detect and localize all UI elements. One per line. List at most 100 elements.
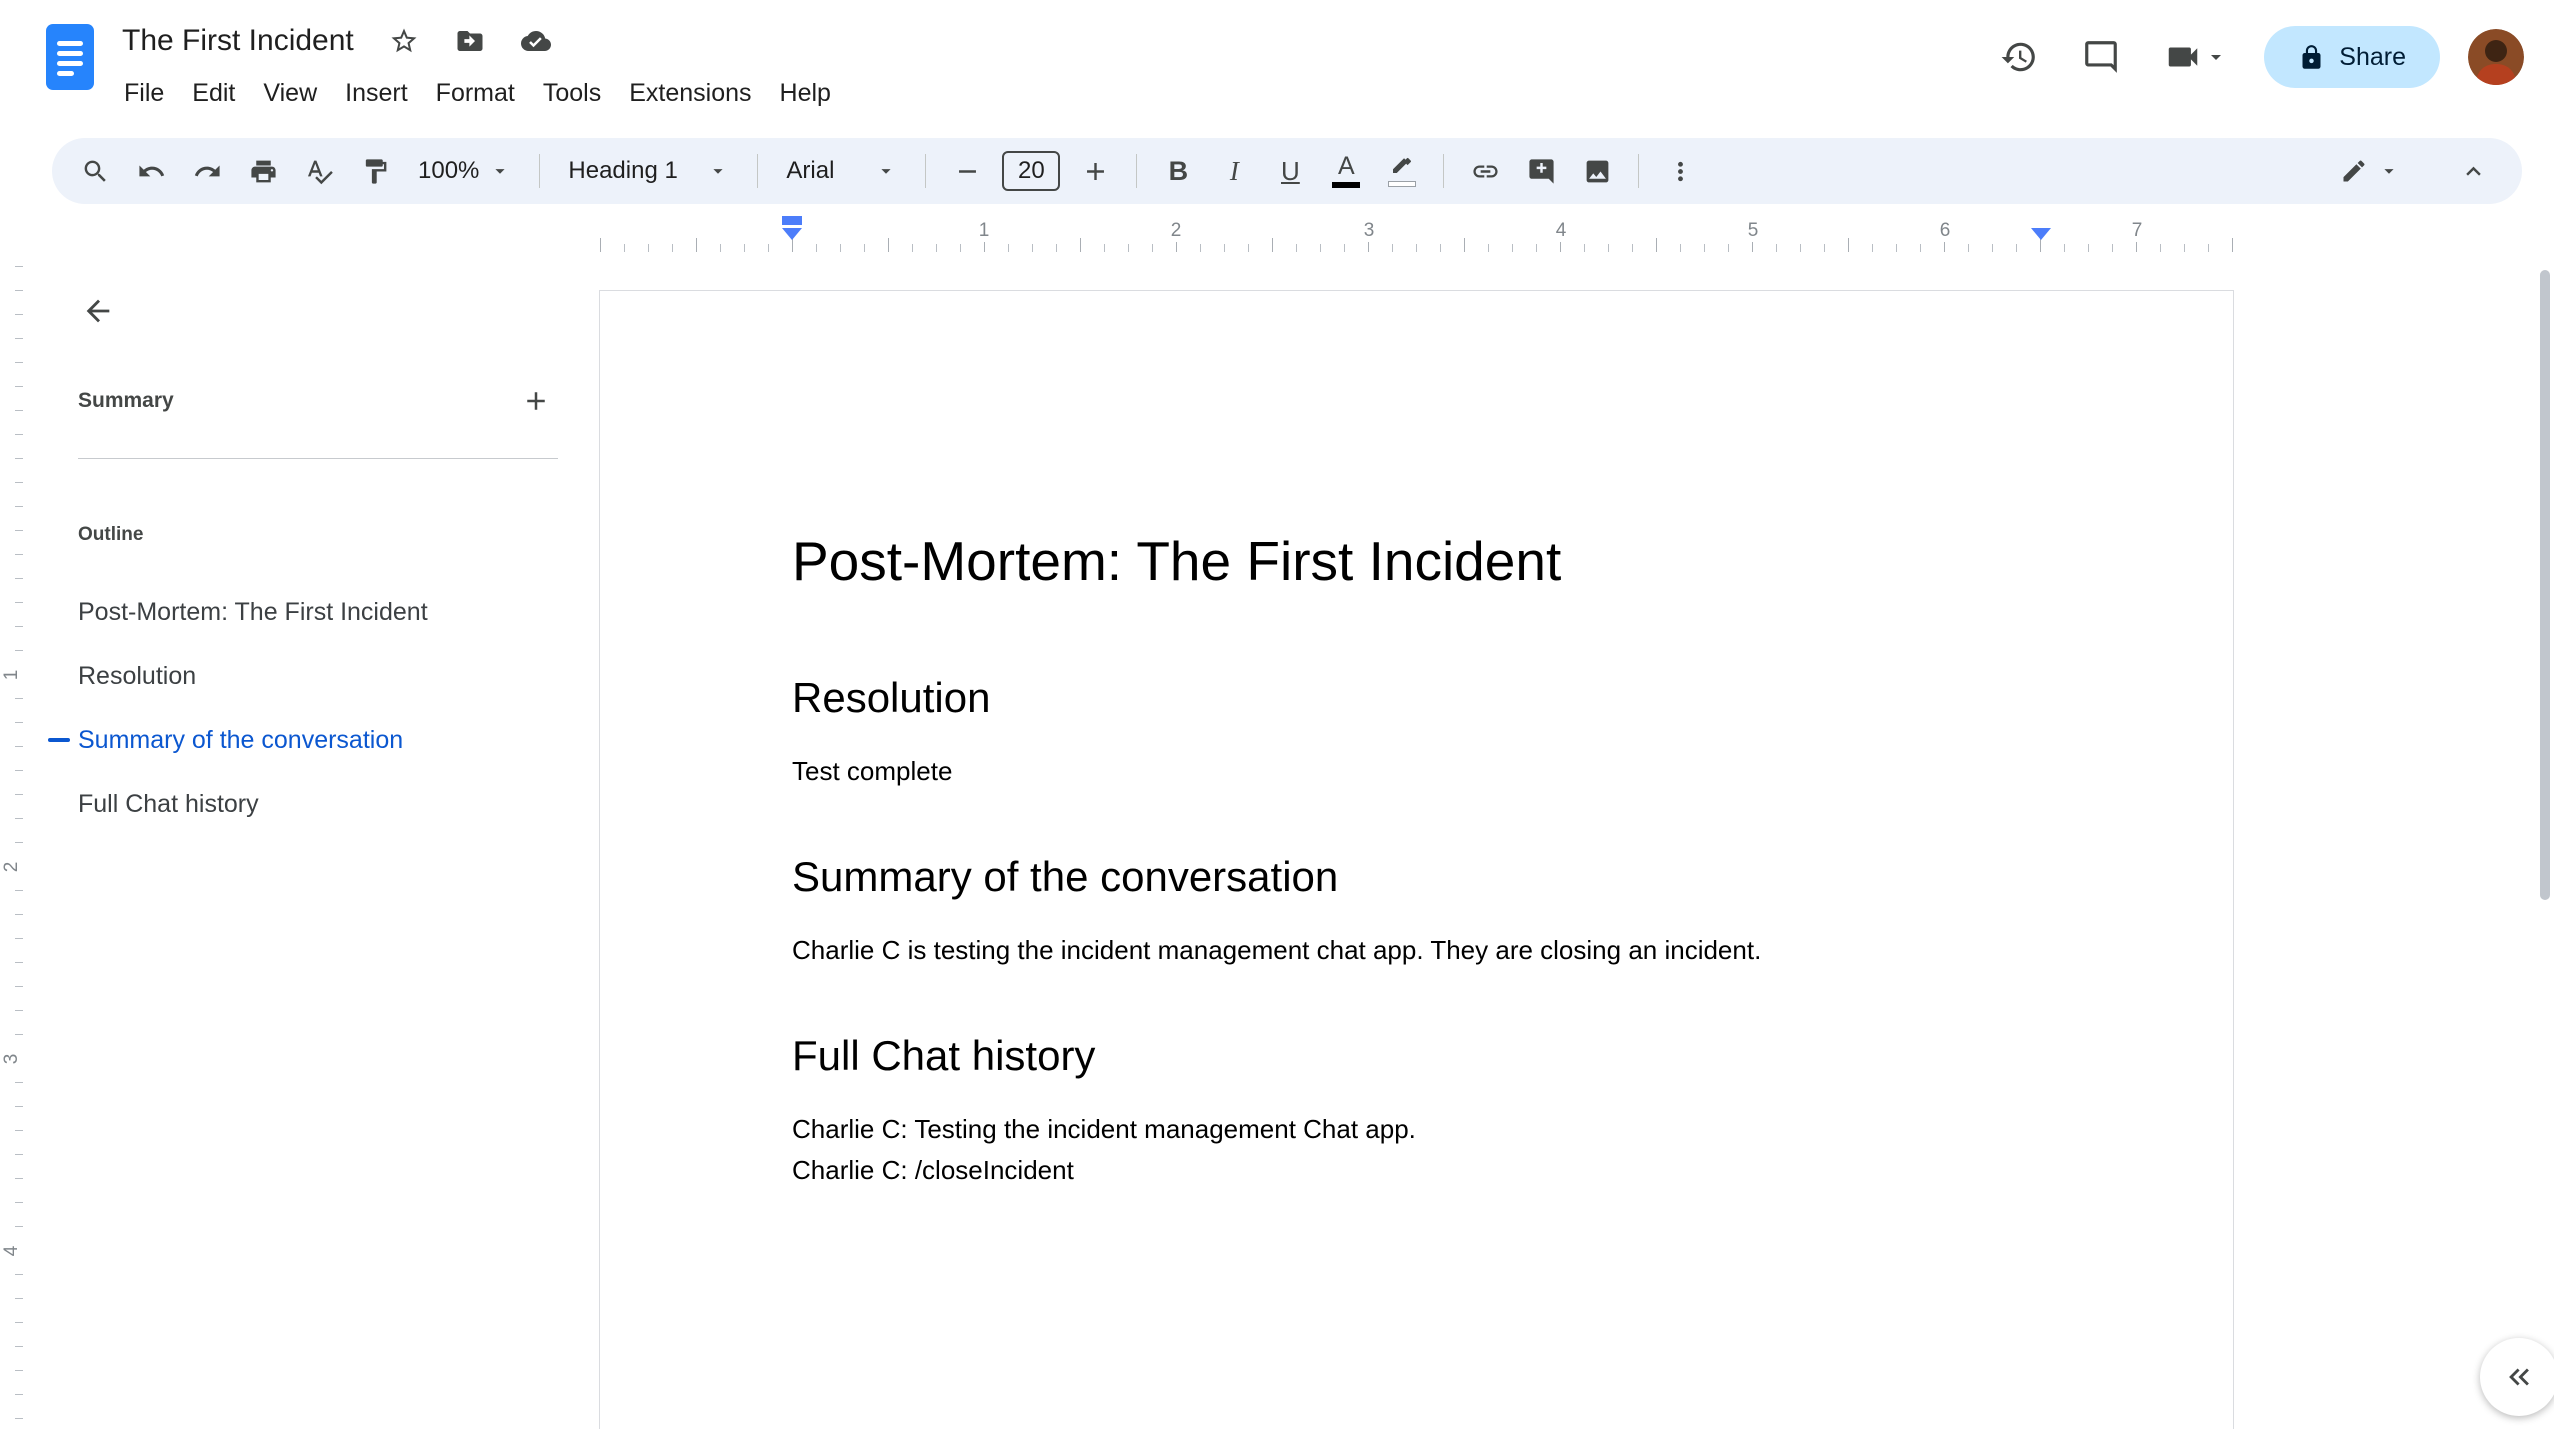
ruler-number: 1	[1, 660, 23, 690]
summary-label: Summary	[78, 389, 174, 412]
plus-icon	[527, 392, 545, 410]
avatar[interactable]	[2468, 29, 2524, 85]
menu-insert[interactable]: Insert	[331, 70, 422, 116]
ruler-number: 1	[973, 220, 995, 242]
ruler-ticks	[599, 238, 2234, 252]
menu-file[interactable]: File	[110, 70, 178, 116]
doc-paragraph: Charlie C is testing the incident manage…	[792, 935, 1762, 965]
redo-button[interactable]	[182, 146, 232, 196]
toolbar-divider	[1136, 154, 1138, 188]
doc-section-resolution: Resolution Test complete	[792, 672, 2041, 792]
ruler-number: 4	[1, 1236, 23, 1266]
first-line-indent-marker[interactable]	[782, 216, 802, 225]
toolbar-divider	[539, 154, 541, 188]
version-history-icon[interactable]	[1992, 30, 2046, 84]
undo-button[interactable]	[126, 146, 176, 196]
zoom-select[interactable]: 100%	[406, 146, 523, 196]
add-summary-button[interactable]	[514, 379, 558, 423]
share-button[interactable]: Share	[2264, 26, 2440, 88]
add-comment-button[interactable]	[1516, 146, 1566, 196]
pencil-icon	[2343, 160, 2365, 182]
decrease-font-size-button[interactable]	[942, 146, 992, 196]
paragraph-style-value: Heading 1	[568, 157, 678, 184]
app-header: The First Incident File Edit View Insert…	[0, 0, 2554, 132]
font-family-select[interactable]: Arial	[774, 146, 909, 196]
outline-sidebar: Summary Outline Post-Mortem: The First I…	[26, 262, 586, 1429]
doc-paragraph: Charlie C: Testing the incident manageme…	[792, 1114, 1416, 1144]
menu-view[interactable]: View	[249, 70, 331, 116]
outline-item[interactable]: Full Chat history	[78, 784, 548, 824]
outline-item[interactable]: Resolution	[78, 656, 548, 696]
summary-section: Summary	[78, 378, 558, 424]
left-indent-marker[interactable]	[782, 228, 802, 240]
collapse-toolbar-button[interactable]	[2448, 146, 2498, 196]
search-icon[interactable]	[70, 146, 120, 196]
zoom-dropdown-icon	[495, 169, 505, 174]
font-dropdown-icon	[881, 169, 891, 174]
paragraph-style-select[interactable]: Heading 1	[556, 146, 741, 196]
ruler-number: 3	[1, 1044, 23, 1074]
spellcheck-button[interactable]	[294, 146, 344, 196]
outline-item-active[interactable]: Summary of the conversation	[48, 720, 548, 760]
paint-format-button[interactable]	[350, 146, 400, 196]
menu-edit[interactable]: Edit	[178, 70, 249, 116]
bold-button[interactable]: B	[1153, 146, 1203, 196]
zoom-value: 100%	[418, 157, 480, 184]
text-color-button[interactable]: A	[1321, 146, 1371, 196]
move-folder-icon[interactable]	[454, 25, 486, 57]
toolbar-divider	[925, 154, 927, 188]
highlight-color-button[interactable]	[1377, 146, 1427, 196]
sidebar-divider	[78, 458, 558, 459]
collapse-side-panel-button[interactable]	[2480, 1338, 2554, 1416]
close-outline-button[interactable]	[74, 287, 122, 335]
ruler-number: 6	[1934, 220, 1956, 242]
meet-call-button[interactable]	[2156, 32, 2236, 82]
doc-heading: Full Chat history	[792, 1032, 1096, 1079]
horizontal-ruler[interactable]: 1 2 3 4 5 6 7	[599, 214, 2234, 258]
document-content[interactable]: Post-Mortem: The First Incident Resoluti…	[600, 291, 2233, 1191]
vertical-scrollbar[interactable]	[2540, 270, 2550, 900]
font-size-input[interactable]: 20	[1002, 151, 1061, 191]
comments-icon[interactable]	[2074, 30, 2128, 84]
menu-help[interactable]: Help	[766, 70, 845, 116]
toolbar-divider	[757, 154, 759, 188]
underline-button[interactable]: U	[1265, 146, 1315, 196]
increase-font-size-button[interactable]	[1070, 146, 1120, 196]
star-icon[interactable]	[388, 25, 420, 57]
menu-format[interactable]: Format	[422, 70, 529, 116]
toolbar-right-group	[2328, 146, 2504, 196]
style-dropdown-icon	[713, 169, 723, 174]
document-title-row: The First Incident	[122, 20, 552, 62]
menu-tools[interactable]: Tools	[529, 70, 615, 116]
doc-heading: Summary of the conversation	[792, 853, 1339, 900]
vertical-ruler[interactable]: 1 2 3 4	[0, 262, 26, 1429]
toolbar-divider	[1443, 154, 1445, 188]
highlight-color-swatch	[1388, 181, 1417, 187]
doc-paragraph: Charlie C: /closeIncident	[792, 1155, 1074, 1185]
ruler-number: 2	[1, 852, 23, 882]
print-button[interactable]	[238, 146, 288, 196]
menu-bar: File Edit View Insert Format Tools Exten…	[110, 70, 845, 116]
google-docs-app: The First Incident File Edit View Insert…	[0, 0, 2554, 1429]
ruler-number: 4	[1550, 220, 1572, 242]
document-title[interactable]: The First Incident	[122, 20, 354, 62]
ruler-number: 5	[1742, 220, 1764, 242]
ruler-number: 7	[2126, 220, 2148, 242]
outline-label: Outline	[78, 524, 144, 545]
insert-link-button[interactable]	[1460, 146, 1510, 196]
more-options-button[interactable]	[1655, 146, 1705, 196]
editing-mode-select[interactable]	[2328, 146, 2412, 196]
docs-logo-icon[interactable]	[46, 24, 94, 90]
italic-button[interactable]: I	[1209, 146, 1259, 196]
right-indent-marker[interactable]	[2031, 228, 2051, 240]
doc-paragraph: Test complete	[792, 756, 953, 786]
menu-extensions[interactable]: Extensions	[615, 70, 765, 116]
mode-dropdown-icon	[2384, 169, 2394, 174]
doc-section-chat-history: Full Chat history Charlie C: Testing the…	[792, 1030, 2041, 1191]
document-page[interactable]: Post-Mortem: The First Incident Resoluti…	[599, 290, 2234, 1429]
insert-image-button[interactable]	[1572, 146, 1622, 196]
lock-icon	[2302, 44, 2321, 69]
outline-item[interactable]: Post-Mortem: The First Incident	[78, 592, 548, 632]
ruler-number: 3	[1358, 220, 1380, 242]
doc-section-summary: Summary of the conversation Charlie C is…	[792, 851, 2041, 971]
